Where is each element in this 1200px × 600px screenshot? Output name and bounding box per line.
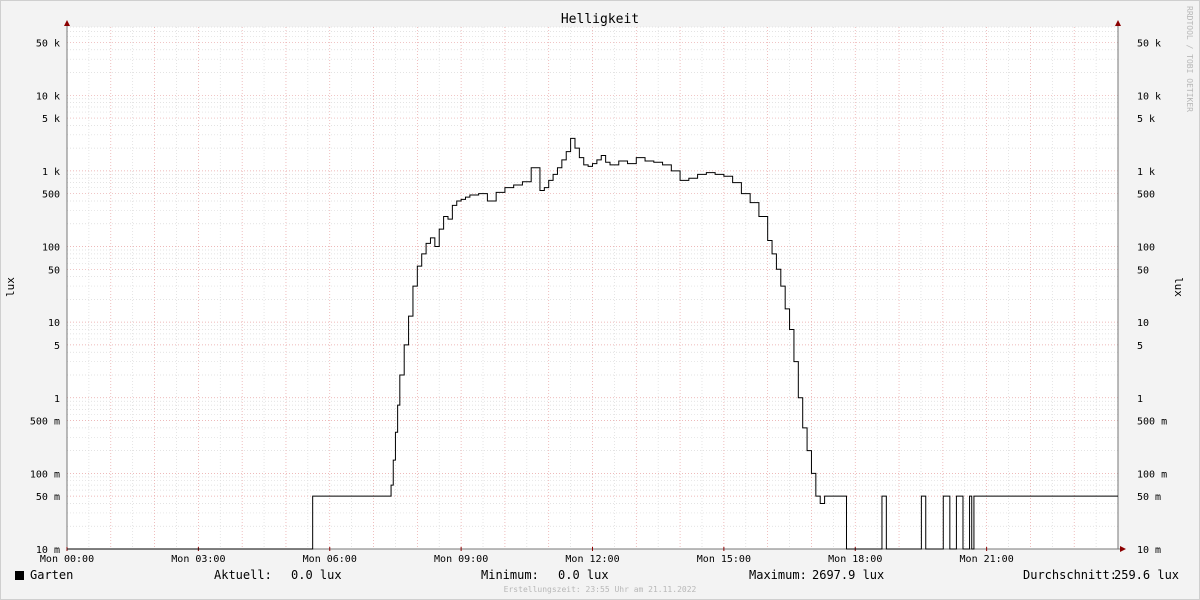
legend-min-label: Minimum: — [481, 568, 539, 582]
x-tick-label: Mon 18:00 — [828, 554, 882, 565]
y-tick-label-left: 5 — [54, 341, 60, 352]
x-tick-label: Mon 06:00 — [303, 554, 357, 565]
y-tick-label-right: 50 m — [1137, 492, 1161, 503]
y-tick-label-left: 500 m — [30, 417, 60, 428]
y-tick-label-left: 5 k — [42, 114, 60, 125]
y-tick-label-left: 50 k — [36, 38, 60, 49]
legend-current-value: 0.0 lux — [291, 568, 342, 582]
x-tick-labels: Mon 00:00 Mon 03:00 Mon 06:00 Mon 09:00 Mon … — [40, 554, 1014, 565]
x-tick-label: Mon 21:00 — [960, 554, 1014, 565]
x-tick-label: Mon 09:00 — [434, 554, 488, 565]
legend-min-value: 0.0 lux — [558, 568, 609, 582]
y-tick-label-left: 100 — [42, 243, 60, 254]
legend-max-value: 2697.9 lux — [812, 568, 885, 582]
y-tick-label-right: 5 k — [1137, 114, 1155, 125]
y-tick-label-right: 50 k — [1137, 38, 1161, 49]
y-tick-label-right: 50 — [1137, 265, 1149, 276]
y-tick-labels-left: 50 k 10 k 5 k 1 k 500 100 50 10 5 1 500 m 100 m 50 m… — [30, 38, 60, 556]
y-axis-arrow-right — [1115, 20, 1121, 26]
y-tick-label-left: 50 m — [36, 492, 60, 503]
y-tick-label-left: 10 — [48, 318, 60, 329]
legend-series-name: Garten — [30, 568, 74, 582]
y-tick-label-right: 1 k — [1137, 167, 1155, 178]
legend-avg-value: 259.6 lux — [1114, 568, 1180, 582]
y-tick-label-left: 10 k — [36, 91, 60, 102]
y-tick-label-right: 5 — [1137, 341, 1143, 352]
y-axis-arrow-left — [64, 20, 70, 26]
x-axis-arrow — [1120, 546, 1126, 552]
chart-title: Helligkeit — [561, 12, 639, 27]
x-tick-label: Mon 15:00 — [697, 554, 751, 565]
y-tick-label-right: 1 — [1137, 394, 1143, 405]
y-tick-label-left: 10 m — [36, 545, 60, 556]
y-tick-label-right: 10 m — [1137, 545, 1161, 556]
y-tick-label-left: 100 m — [30, 469, 60, 480]
brightness-chart: Mon 00:00 Mon 03:00 Mon 06:00 Mon 09:00 Mon … — [4, 6, 1194, 565]
legend: Garten Aktuell: 0.0 lux Minimum: 0.0 lux… — [0, 566, 1200, 584]
y-tick-label-right: 100 m — [1137, 469, 1167, 480]
y-tick-label-right: 500 m — [1137, 417, 1167, 428]
y-tick-labels-right: 50 k 10 k 5 k 1 k 500 100 50 10 5 1 500 m 100 m 50 m… — [1137, 38, 1167, 556]
creation-time-footer: Erstellungszeit: 23:55 Uhr am 21.11.2022 — [503, 585, 697, 594]
y-tick-label-right: 100 — [1137, 243, 1155, 254]
rrdtool-watermark: RRDTOOL / TOBI OETIKER — [1185, 6, 1194, 112]
y-tick-label-right: 500 — [1137, 190, 1155, 201]
y-tick-label-right: 10 — [1137, 318, 1149, 329]
y-tick-label-left: 500 — [42, 190, 60, 201]
legend-swatch — [15, 571, 24, 580]
legend-max-label: Maximum: — [749, 568, 807, 582]
x-tick-label: Mon 12:00 — [565, 554, 619, 565]
legend-avg-label: Durchschnitt: — [1023, 568, 1117, 582]
y-tick-label-left: 1 k — [42, 167, 60, 178]
y-tick-label-left: 1 — [54, 394, 60, 405]
x-tick-label: Mon 03:00 — [171, 554, 225, 565]
legend-current-label: Aktuell: — [214, 568, 272, 582]
y-tick-label-left: 50 — [48, 265, 60, 276]
y-axis-label-right: lux — [1172, 277, 1185, 297]
y-tick-label-right: 10 k — [1137, 91, 1161, 102]
y-axis-label-left: lux — [4, 277, 17, 297]
